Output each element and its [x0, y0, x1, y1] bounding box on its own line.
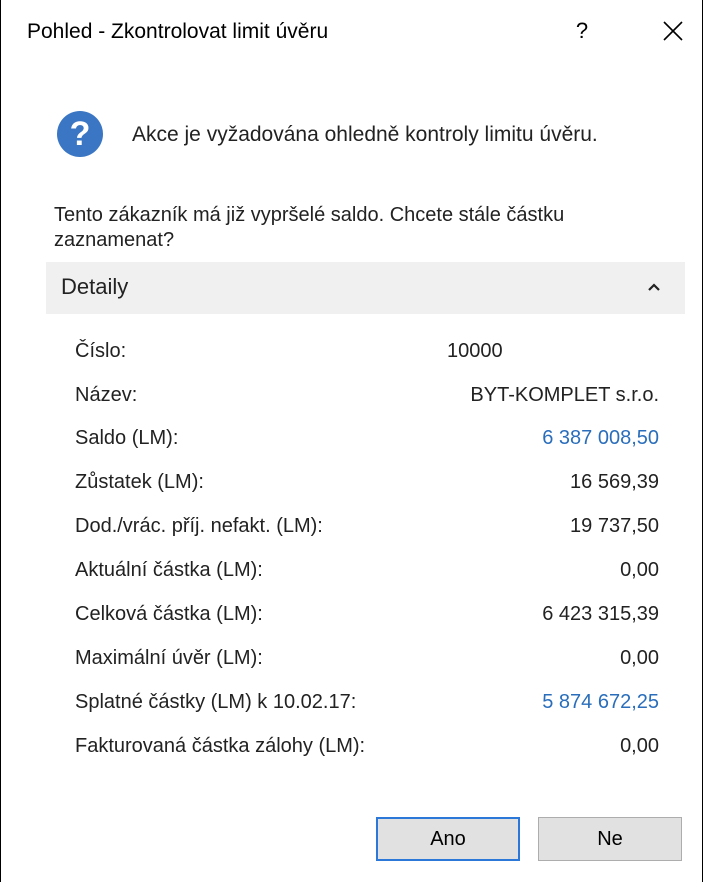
chevron-up-icon[interactable] [643, 276, 665, 298]
detail-row-name: Název: BYT-KOMPLET s.r.o. [75, 384, 659, 414]
detail-value: 10000 [447, 340, 503, 362]
no-button[interactable]: Ne [538, 817, 682, 861]
detail-row-total-amount: Celková částka (LM): 6 423 315,39 [75, 603, 659, 633]
detail-label: Fakturovaná částka zálohy (LM): [75, 735, 366, 757]
detail-label: Aktuální částka (LM): [75, 559, 263, 581]
detail-row-uninvoiced: Dod./vrác. příj. nefakt. (LM): 19 737,50 [75, 515, 659, 545]
detail-label: Zůstatek (LM): [75, 471, 204, 493]
detail-value: 0,00 [620, 735, 659, 757]
detail-row-current-amount: Aktuální částka (LM): 0,00 [75, 559, 659, 589]
detail-value: 6 423 315,39 [542, 603, 659, 625]
help-button[interactable]: ? [567, 14, 597, 48]
detail-row-due-amounts: Splatné částky (LM) k 10.02.17: 5 874 67… [75, 691, 659, 721]
window-title: Pohled - Zkontrolovat limit úvěru [27, 20, 329, 43]
details-label: Detaily [61, 274, 129, 299]
detail-label: Saldo (LM): [75, 427, 179, 449]
close-icon[interactable] [656, 14, 690, 48]
detail-row-prepayment: Fakturovaná částka zálohy (LM): 0,00 [75, 735, 659, 765]
detail-label: Splatné částky (LM) k 10.02.17: [75, 691, 357, 713]
detail-value: 0,00 [620, 647, 659, 669]
detail-row-number: Číslo: 10000 [75, 340, 659, 370]
headline-text: Akce je vyžadována ohledně kontroly limi… [132, 123, 598, 146]
detail-label: Název: [75, 384, 138, 406]
question-icon: ? [57, 111, 103, 157]
detail-label: Dod./vrác. příj. nefakt. (LM): [75, 515, 323, 537]
details-section-header[interactable]: Detaily [46, 262, 685, 314]
title-bar: Pohled - Zkontrolovat limit úvěru ? [1, 0, 702, 62]
yes-button[interactable]: Ano [376, 817, 520, 861]
detail-label: Celková částka (LM): [75, 603, 263, 625]
dialog-window: Pohled - Zkontrolovat limit úvěru ? ? Ak… [0, 0, 703, 882]
detail-row-balance: Saldo (LM): 6 387 008,50 [75, 427, 659, 457]
detail-value: 16 569,39 [570, 471, 659, 493]
detail-row-credit-limit: Maximální úvěr (LM): 0,00 [75, 647, 659, 677]
message-text: Tento zákazník má již vypršelé saldo. Ch… [54, 204, 565, 251]
detail-label: Maximální úvěr (LM): [75, 647, 263, 669]
detail-label: Číslo: [75, 340, 127, 362]
detail-value: 19 737,50 [570, 515, 659, 537]
detail-value: 0,00 [620, 559, 659, 581]
balance-link[interactable]: 6 387 008,50 [542, 427, 659, 450]
detail-row-remaining: Zůstatek (LM): 16 569,39 [75, 471, 659, 501]
detail-value: BYT-KOMPLET s.r.o. [470, 384, 659, 406]
due-amounts-link[interactable]: 5 874 672,25 [542, 691, 659, 714]
